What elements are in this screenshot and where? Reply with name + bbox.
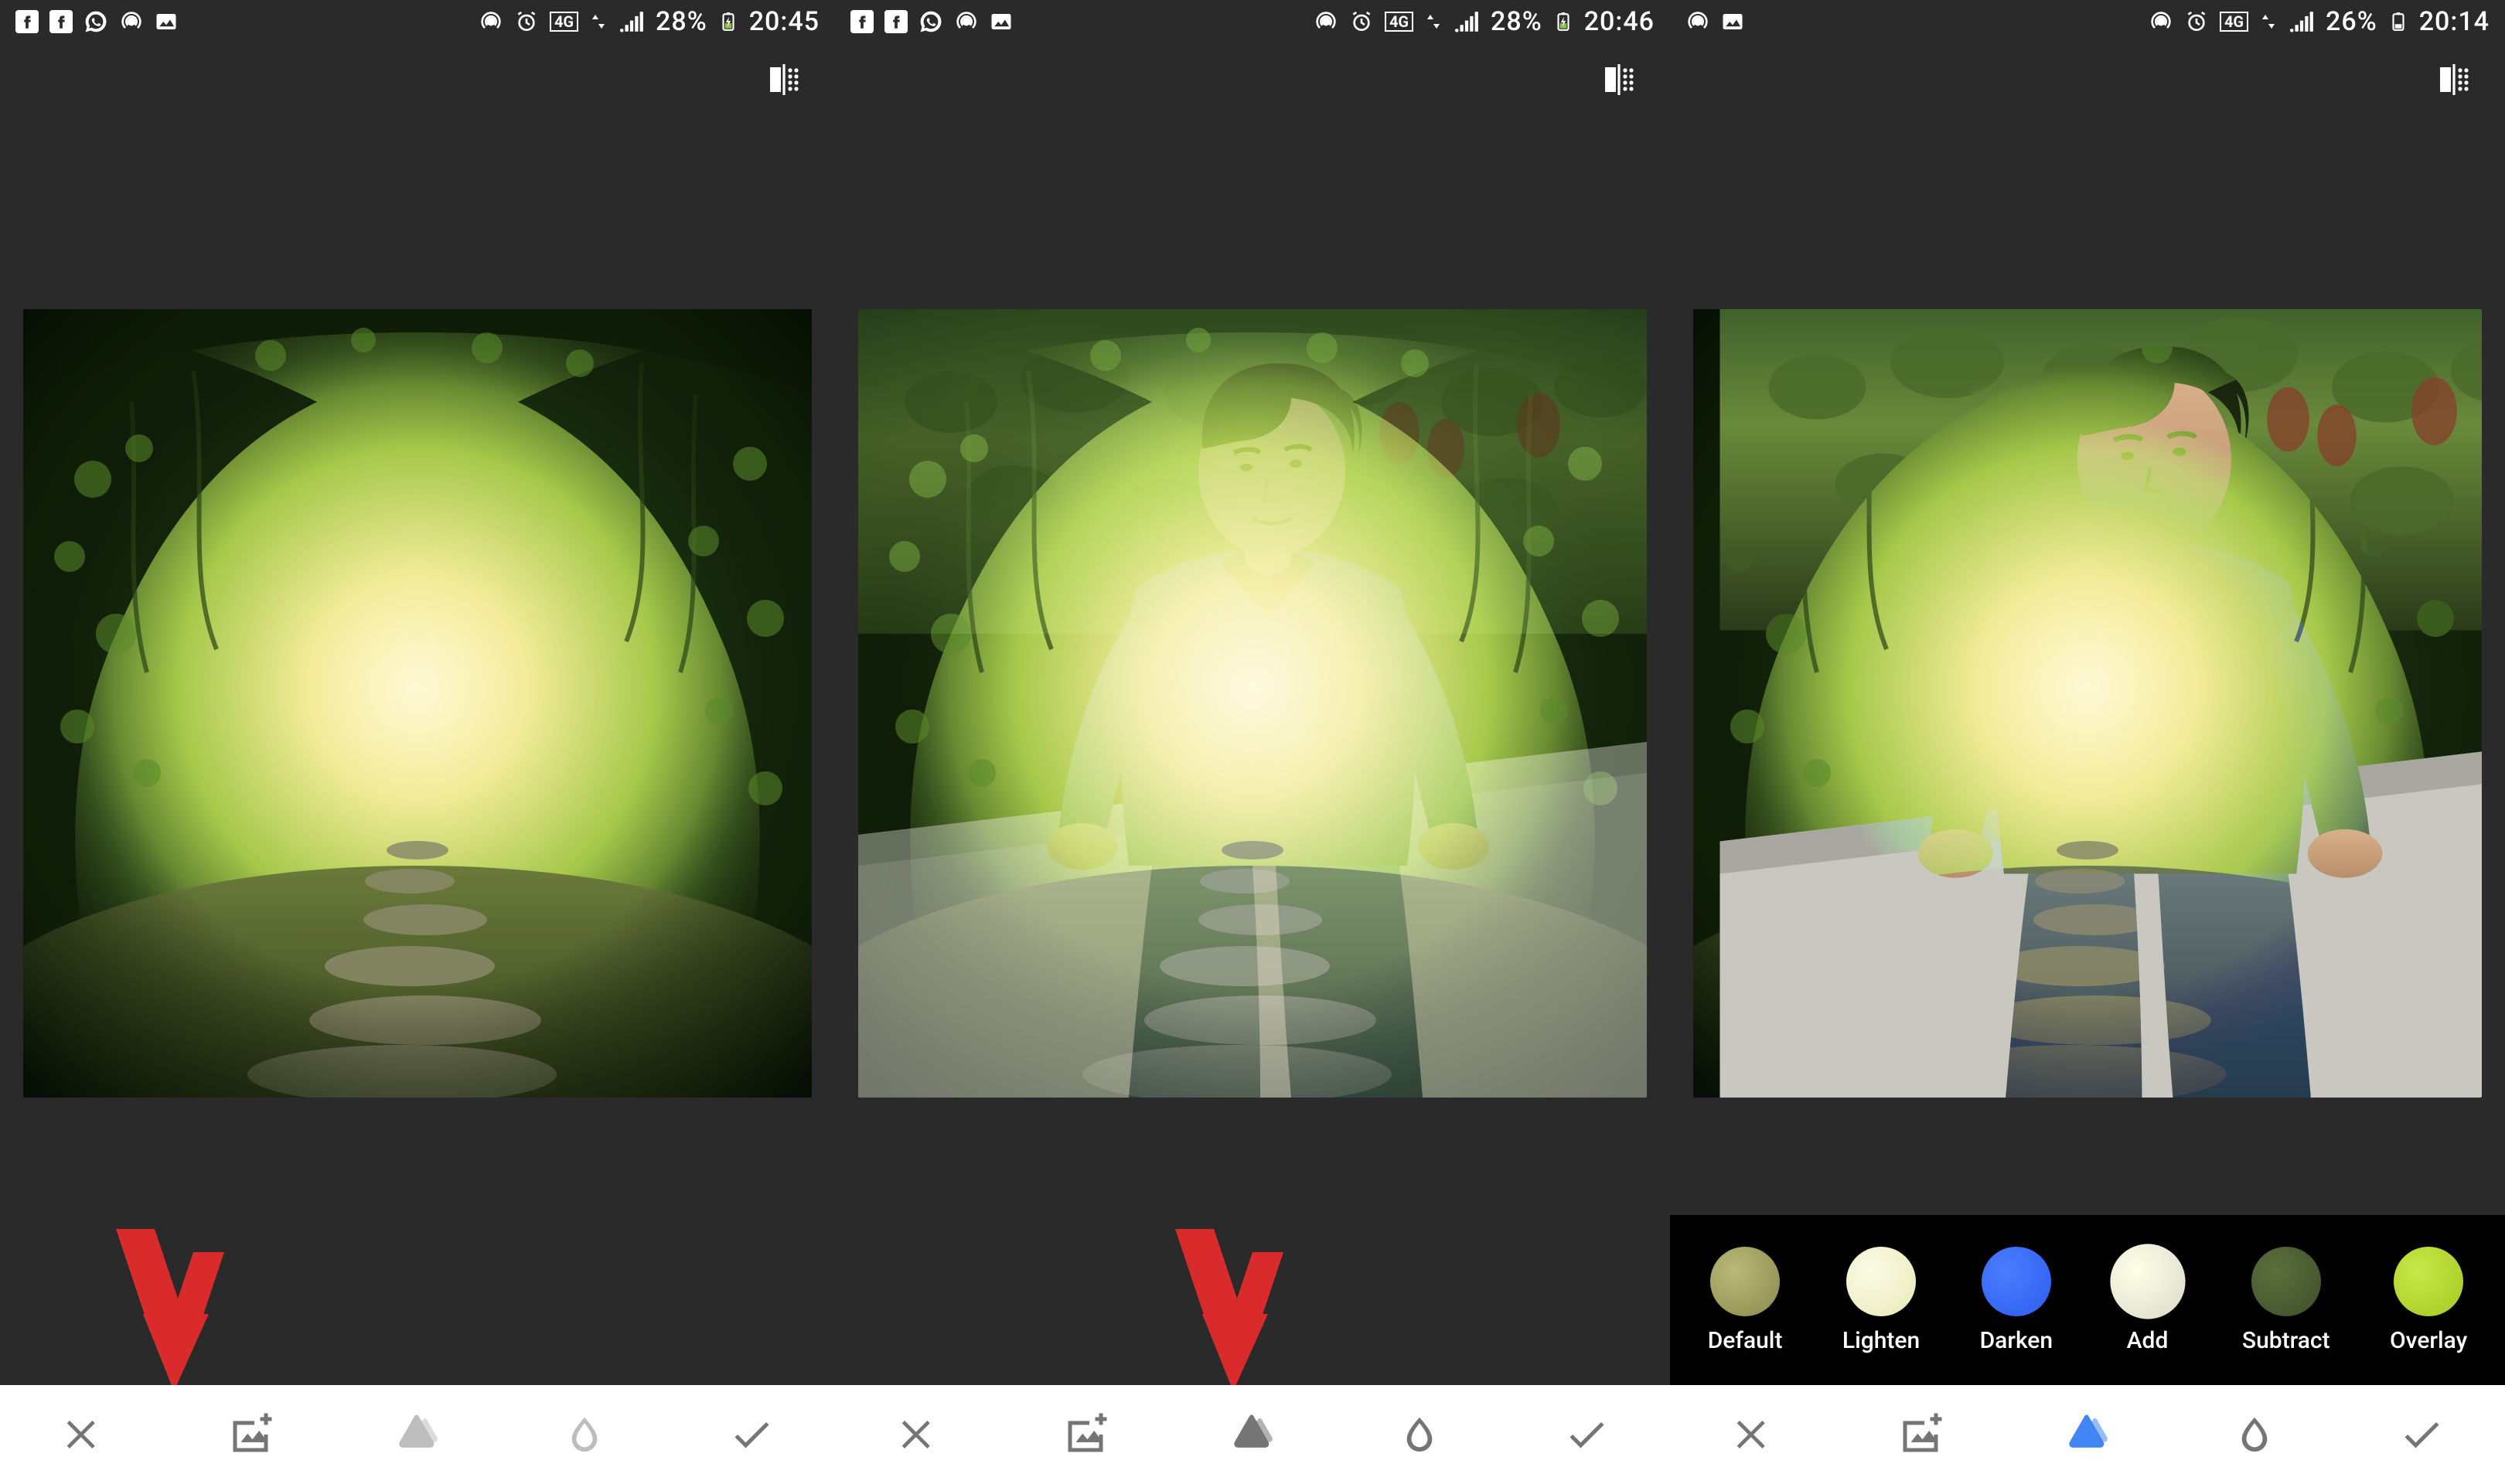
alarm-icon	[514, 9, 539, 34]
cancel-button[interactable]	[1726, 1407, 1781, 1462]
hotspot-icon	[2149, 9, 2173, 34]
status-bar: 4G 28% 20:45	[0, 0, 835, 43]
data-updown-icon	[589, 12, 608, 31]
alarm-icon	[1349, 9, 1374, 34]
editor-canvas[interactable]	[23, 309, 812, 1098]
blend-mode-subtract[interactable]: Subtract	[2242, 1247, 2330, 1354]
battery-charging-icon	[718, 7, 738, 36]
gallery-icon	[990, 10, 1013, 33]
hotspot-icon	[119, 9, 144, 34]
status-bar: 4G 26% 20:14	[1670, 0, 2505, 43]
battery-percent: 28%	[1491, 6, 1542, 37]
gallery-icon	[1721, 10, 1744, 33]
opacity-button[interactable]	[557, 1407, 612, 1462]
confirm-button[interactable]	[1559, 1407, 1614, 1462]
status-bar: 4G 28% 20:46	[835, 0, 1670, 43]
cancel-button[interactable]	[891, 1407, 946, 1462]
facebook-icon	[850, 10, 874, 33]
alarm-icon	[2184, 9, 2209, 34]
app-top-bar	[0, 43, 835, 120]
battery-percent: 28%	[656, 6, 707, 37]
whatsapp-icon	[918, 9, 943, 34]
network-badge: 4G	[1385, 12, 1413, 32]
blend-mode-bar: Default Lighten Darken Add Subtract Over…	[1670, 1215, 2505, 1385]
add-image-button[interactable]	[1893, 1407, 1948, 1462]
hotspot-icon	[1314, 9, 1338, 34]
styles-button[interactable]	[2060, 1407, 2115, 1462]
annotation-arrow	[1160, 1221, 1299, 1399]
confirm-button[interactable]	[724, 1407, 779, 1462]
compare-icon[interactable]	[2435, 61, 2473, 101]
bottom-toolbar	[1670, 1385, 2505, 1484]
add-image-button[interactable]	[223, 1407, 278, 1462]
battery-charging-icon	[1553, 7, 1573, 36]
opacity-button[interactable]	[1392, 1407, 1447, 1462]
screenshot-panel-1: 4G 28% 20:45	[0, 0, 835, 1484]
blend-mode-add[interactable]: Add	[2113, 1247, 2183, 1354]
data-updown-icon	[1424, 12, 1443, 31]
hotspot-icon	[954, 9, 979, 34]
signal-icon	[619, 9, 645, 35]
signal-icon	[1454, 9, 1480, 35]
cancel-button[interactable]	[56, 1407, 111, 1462]
facebook-icon	[884, 10, 908, 33]
facebook-icon	[49, 10, 73, 33]
signal-icon	[2289, 9, 2315, 35]
clock: 20:46	[1584, 6, 1655, 37]
bottom-toolbar	[835, 1385, 1670, 1484]
annotation-arrow	[101, 1221, 240, 1399]
blend-mode-overlay[interactable]: Overlay	[2390, 1247, 2467, 1354]
app-top-bar	[835, 43, 1670, 120]
clock: 20:14	[2419, 6, 2490, 37]
add-image-button[interactable]	[1058, 1407, 1113, 1462]
screenshot-panel-3: 4G 26% 20:14 Default	[1670, 0, 2505, 1484]
battery-icon	[2388, 7, 2408, 36]
confirm-button[interactable]	[2394, 1407, 2449, 1462]
app-top-bar	[1670, 43, 2505, 120]
bottom-toolbar	[0, 1385, 835, 1484]
gallery-icon	[155, 10, 178, 33]
battery-percent: 26%	[2326, 6, 2377, 37]
screenshot-panel-2: 4G 28% 20:46	[835, 0, 1670, 1484]
blend-mode-lighten[interactable]: Lighten	[1842, 1247, 1920, 1354]
opacity-button[interactable]	[2227, 1407, 2282, 1462]
hotspot-icon	[479, 9, 503, 34]
styles-button[interactable]	[1225, 1407, 1280, 1462]
network-badge: 4G	[2220, 12, 2248, 32]
blend-mode-default[interactable]: Default	[1708, 1247, 1783, 1354]
editor-canvas[interactable]	[858, 309, 1647, 1098]
compare-icon[interactable]	[765, 61, 803, 101]
blend-mode-darken[interactable]: Darken	[1980, 1247, 2053, 1354]
network-badge: 4G	[550, 12, 578, 32]
facebook-icon	[15, 10, 39, 33]
editor-canvas[interactable]	[1693, 309, 2482, 1098]
clock: 20:45	[749, 6, 820, 37]
hotspot-icon	[1685, 9, 1710, 34]
whatsapp-icon	[84, 9, 108, 34]
styles-button[interactable]	[390, 1407, 445, 1462]
data-updown-icon	[2259, 12, 2278, 31]
compare-icon[interactable]	[1600, 61, 1638, 101]
